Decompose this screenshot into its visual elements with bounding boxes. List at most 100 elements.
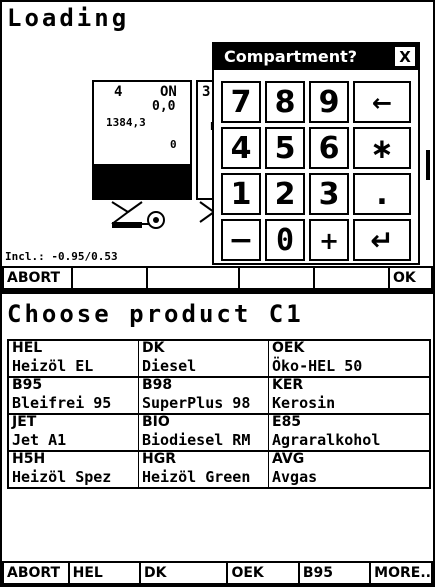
softkey-dk[interactable]: DK <box>141 563 229 583</box>
softkey-oek[interactable]: OEK <box>228 563 300 583</box>
key-8[interactable]: 8 <box>265 81 305 123</box>
ok-button[interactable]: OK <box>390 268 431 288</box>
product-code: OEK <box>272 340 305 356</box>
softkey-5[interactable] <box>315 268 390 288</box>
softkey-3[interactable] <box>148 268 240 288</box>
compartment-value-2: 1384,3 <box>106 116 146 129</box>
product-name: Heizöl Spez <box>12 468 112 486</box>
softkey-hel[interactable]: HEL <box>70 563 141 583</box>
product-name: Bleifrei 95 <box>12 394 112 412</box>
enter-icon: ↵ <box>370 224 394 257</box>
key-label: 9 <box>318 85 340 120</box>
product-bio[interactable]: BIO Biodiesel RM <box>139 415 269 452</box>
backspace-key[interactable]: ← <box>353 81 411 123</box>
key-0[interactable]: 0 <box>265 219 305 261</box>
product-name: Kerosin <box>272 394 336 412</box>
key-2[interactable]: 2 <box>265 173 305 215</box>
abort-button[interactable]: ABORT <box>4 563 70 583</box>
product-hel[interactable]: HEL Heizöl EL <box>9 341 139 378</box>
product-screen: Choose product C1 HEL Heizöl EL DK Diesel … <box>0 292 435 587</box>
key-5[interactable]: 5 <box>265 127 305 169</box>
key-label: 3 <box>318 177 340 212</box>
product-code: E85 <box>272 414 302 430</box>
page-title: Choose product C1 <box>7 300 304 328</box>
decimal-key[interactable]: . <box>353 173 411 215</box>
key-label: 4 <box>230 131 252 166</box>
product-oek[interactable]: OEK Öko-HEL 50 <box>269 341 429 378</box>
softkey-bar: ABORT HEL DK OEK B95 MORE.. <box>2 561 433 585</box>
product-avg[interactable]: AVG Avgas <box>269 452 429 487</box>
valve-hose-graphic <box>111 201 228 229</box>
product-name: SuperPlus 98 <box>142 394 251 412</box>
softkey-2[interactable] <box>73 268 148 288</box>
key-label: 0 <box>275 223 295 258</box>
compartment-dialog: Compartment? X 7 8 9 ← 4 5 6 ∗ 1 2 3 . −… <box>212 42 420 265</box>
key-7[interactable]: 7 <box>221 81 261 123</box>
product-code: H5H <box>12 451 46 467</box>
product-code: JET <box>12 414 37 430</box>
enter-key[interactable]: ↵ <box>353 219 411 261</box>
product-name: Avgas <box>272 468 318 486</box>
product-jet[interactable]: JET Jet A1 <box>9 415 139 452</box>
softkey-4[interactable] <box>240 268 315 288</box>
key-label: 8 <box>274 85 296 120</box>
scrollbar[interactable] <box>426 150 430 180</box>
product-code: AVG <box>272 451 305 467</box>
softkey-b95[interactable]: B95 <box>300 563 372 583</box>
product-name: Öko-HEL 50 <box>272 357 363 375</box>
key-9[interactable]: 9 <box>309 81 349 123</box>
softkey-bar: ABORT OK <box>2 266 433 290</box>
product-dk[interactable]: DK Diesel <box>139 341 269 378</box>
product-code: HEL <box>12 340 43 356</box>
product-grid: HEL Heizöl EL DK Diesel OEK Öko-HEL 50 B95 B… <box>7 339 431 489</box>
compartment-fill-level <box>94 164 190 198</box>
compartment-number: 3 <box>202 84 211 100</box>
key-label: 7 <box>230 85 252 120</box>
product-code: DK <box>142 340 165 356</box>
key-label: 6 <box>318 131 340 166</box>
product-b95[interactable]: B95 Bleifrei 95 <box>9 378 139 415</box>
product-e85[interactable]: E85 Agraralkohol <box>269 415 429 452</box>
more-button[interactable]: MORE.. <box>371 563 431 583</box>
product-name: Heizöl Green <box>142 468 251 486</box>
product-h5h[interactable]: H5H Heizöl Spez <box>9 452 139 487</box>
product-code: B98 <box>142 377 173 393</box>
compartment-number: 4 <box>114 84 123 100</box>
abort-button[interactable]: ABORT <box>4 268 73 288</box>
compartment-value-1: 0,0 <box>152 99 176 114</box>
product-name: Diesel <box>142 357 197 375</box>
key-4[interactable]: 4 <box>221 127 261 169</box>
dialog-title: Compartment? <box>224 47 358 66</box>
minus-key[interactable]: − <box>221 219 261 261</box>
minus-icon: − <box>228 223 254 258</box>
product-code: B95 <box>12 377 43 393</box>
product-code: KER <box>272 377 304 393</box>
page-title: Loading <box>7 4 130 32</box>
key-label: 5 <box>274 131 296 166</box>
backspace-icon: ← <box>371 89 393 117</box>
dialog-titlebar: Compartment? X <box>214 44 418 70</box>
compartment-4[interactable]: 4 ON 0,0 1384,3 0 <box>92 80 192 200</box>
asterisk-key[interactable]: ∗ <box>353 127 411 169</box>
product-name: Jet A1 <box>12 431 67 449</box>
key-label: 1 <box>230 177 252 212</box>
product-name: Agraralkohol <box>272 431 381 449</box>
compartment-state: ON <box>160 84 177 100</box>
product-name: Biodiesel RM <box>142 431 251 449</box>
compartment-value-3: 0 <box>170 138 177 151</box>
key-3[interactable]: 3 <box>309 173 349 215</box>
product-name: Heizöl EL <box>12 357 94 375</box>
plus-key[interactable]: + <box>309 219 349 261</box>
key-label: . <box>376 177 388 212</box>
key-6[interactable]: 6 <box>309 127 349 169</box>
asterisk-icon: ∗ <box>370 132 394 165</box>
product-ker[interactable]: KER Kerosin <box>269 378 429 415</box>
product-code: HGR <box>142 451 176 467</box>
key-label: 2 <box>274 177 296 212</box>
plus-icon: + <box>318 227 340 255</box>
key-1[interactable]: 1 <box>221 173 261 215</box>
product-b98[interactable]: B98 SuperPlus 98 <box>139 378 269 415</box>
close-button[interactable]: X <box>395 47 415 66</box>
incline-label: Incl.: -0.95/0.53 <box>5 250 118 263</box>
product-hgr[interactable]: HGR Heizöl Green <box>139 452 269 487</box>
